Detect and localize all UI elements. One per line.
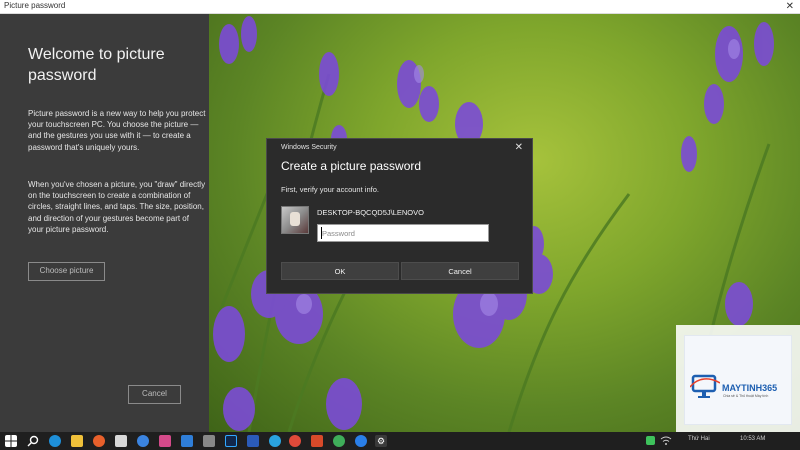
window-title: Picture password [4, 1, 66, 10]
watermark-brand: MAYTINH365 [722, 383, 778, 393]
search-icon[interactable] [27, 435, 39, 447]
mail-icon[interactable] [181, 435, 193, 447]
ok-button[interactable]: OK [281, 262, 399, 280]
intro-paragraph: Picture password is a new way to help yo… [28, 109, 206, 152]
office-icon[interactable] [311, 435, 323, 447]
edge-icon[interactable] [49, 435, 61, 447]
choose-picture-button[interactable]: Choose picture [28, 262, 105, 281]
settings-icon[interactable]: ⚙ [375, 435, 387, 447]
text-caret [321, 227, 322, 239]
chrome-icon[interactable] [289, 435, 301, 447]
dialog-caption: Windows Security [281, 144, 337, 151]
word-icon[interactable] [247, 435, 259, 447]
page-title: Welcome to picture password [28, 46, 165, 84]
instructions-paragraph: When you've chosen a picture, you "draw"… [28, 180, 206, 234]
title-bar: Picture password ✕ [0, 0, 800, 14]
dialog-subtext: First, verify your account info. [281, 185, 379, 194]
cancel-button[interactable]: Cancel [128, 385, 181, 404]
welcome-pane: Welcome to picture password Picture pass… [0, 14, 209, 432]
dialog-heading: Create a picture password [281, 159, 422, 173]
dialog-close-icon[interactable]: ✕ [515, 142, 523, 153]
wifi-icon[interactable] [660, 435, 672, 447]
line-app-tray-icon[interactable] [646, 436, 655, 445]
avatar [281, 206, 309, 234]
file-explorer-icon[interactable] [71, 435, 83, 447]
avatar-figure [290, 212, 300, 226]
close-icon[interactable]: ✕ [786, 0, 794, 13]
windows-start-icon[interactable] [5, 435, 17, 447]
watermark-tagline: Chia sẻ & Thủ thuật Máy tính [723, 394, 769, 398]
messenger-icon[interactable] [355, 435, 367, 447]
photos-icon[interactable] [137, 435, 149, 447]
firefox-icon[interactable] [93, 435, 105, 447]
dialog-cancel-button[interactable]: Cancel [401, 262, 519, 280]
chrome-icon-2[interactable] [333, 435, 345, 447]
camera-icon[interactable] [203, 435, 215, 447]
picture-password-window: Picture password ✕ Welcome to picture pa… [0, 0, 800, 432]
tray-time: 10:53 AM [740, 436, 766, 442]
maytinh365-logo-icon [690, 374, 720, 398]
telegram-icon[interactable] [269, 435, 281, 447]
password-input[interactable] [317, 224, 489, 242]
photoshop-icon[interactable] [225, 435, 237, 447]
watermark-overlay: MAYTINH365 Chia sẻ & Thủ thuật Máy tính [676, 325, 800, 432]
account-name: DESKTOP-BQCQD5J\LENOVO [317, 208, 424, 217]
taskbar: ⚙ Thứ Hai 10:53 AM [0, 432, 800, 450]
tray-date: Thứ Hai [688, 436, 710, 442]
store-icon[interactable] [115, 435, 127, 447]
app-icon[interactable] [159, 435, 171, 447]
windows-security-dialog: Windows Security ✕ Create a picture pass… [266, 138, 533, 294]
